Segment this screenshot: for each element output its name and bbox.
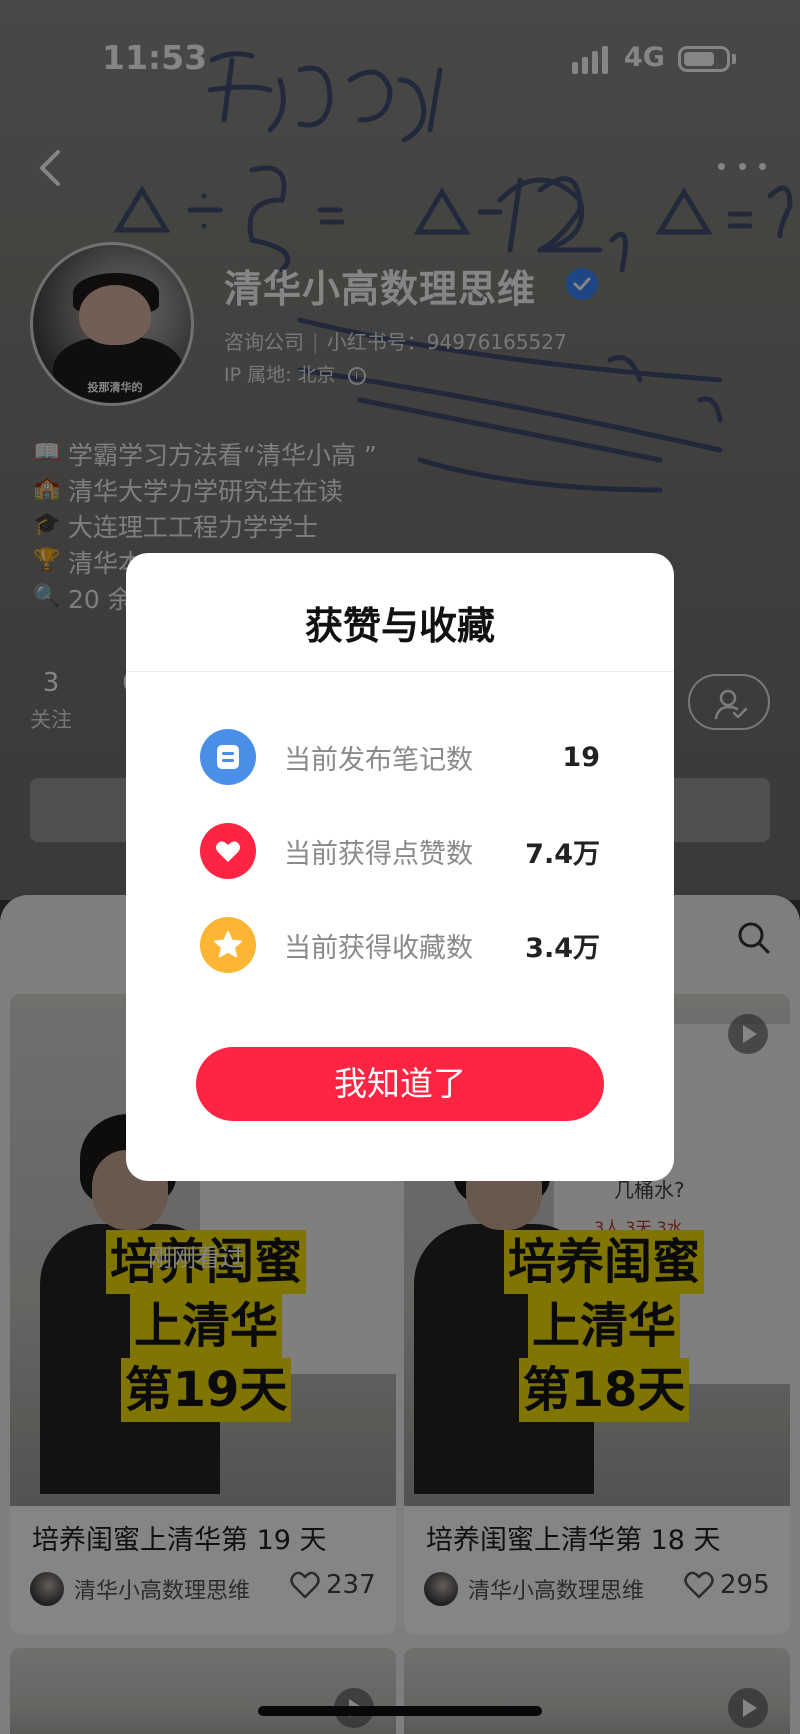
stat-row-notes: 当前发布笔记数 19 [200,729,600,785]
stat-value: 3.4万 [525,932,600,964]
note-icon [200,729,256,785]
stat-value: 7.4万 [525,838,600,870]
stat-label: 当前获得收藏数 [284,932,473,964]
dialog-title: 获赞与收藏 [304,604,495,648]
stat-row-likes: 当前获得点赞数 7.4万 [200,823,600,879]
stat-row-collections: 当前获得收藏数 3.4万 [200,917,600,973]
likes-and-collections-dialog: 获赞与收藏 当前发布笔记数 19 当前获得点赞数 7.4万 当前获得收藏数 3.… [126,553,674,1181]
stat-label: 当前获得点赞数 [284,838,473,870]
stat-value: 19 [562,741,600,773]
heart-icon [200,823,256,879]
stat-label: 当前发布笔记数 [284,744,473,776]
star-icon [200,917,256,973]
dialog-divider [126,671,674,672]
got-it-button[interactable]: 我知道了 [196,1047,604,1121]
